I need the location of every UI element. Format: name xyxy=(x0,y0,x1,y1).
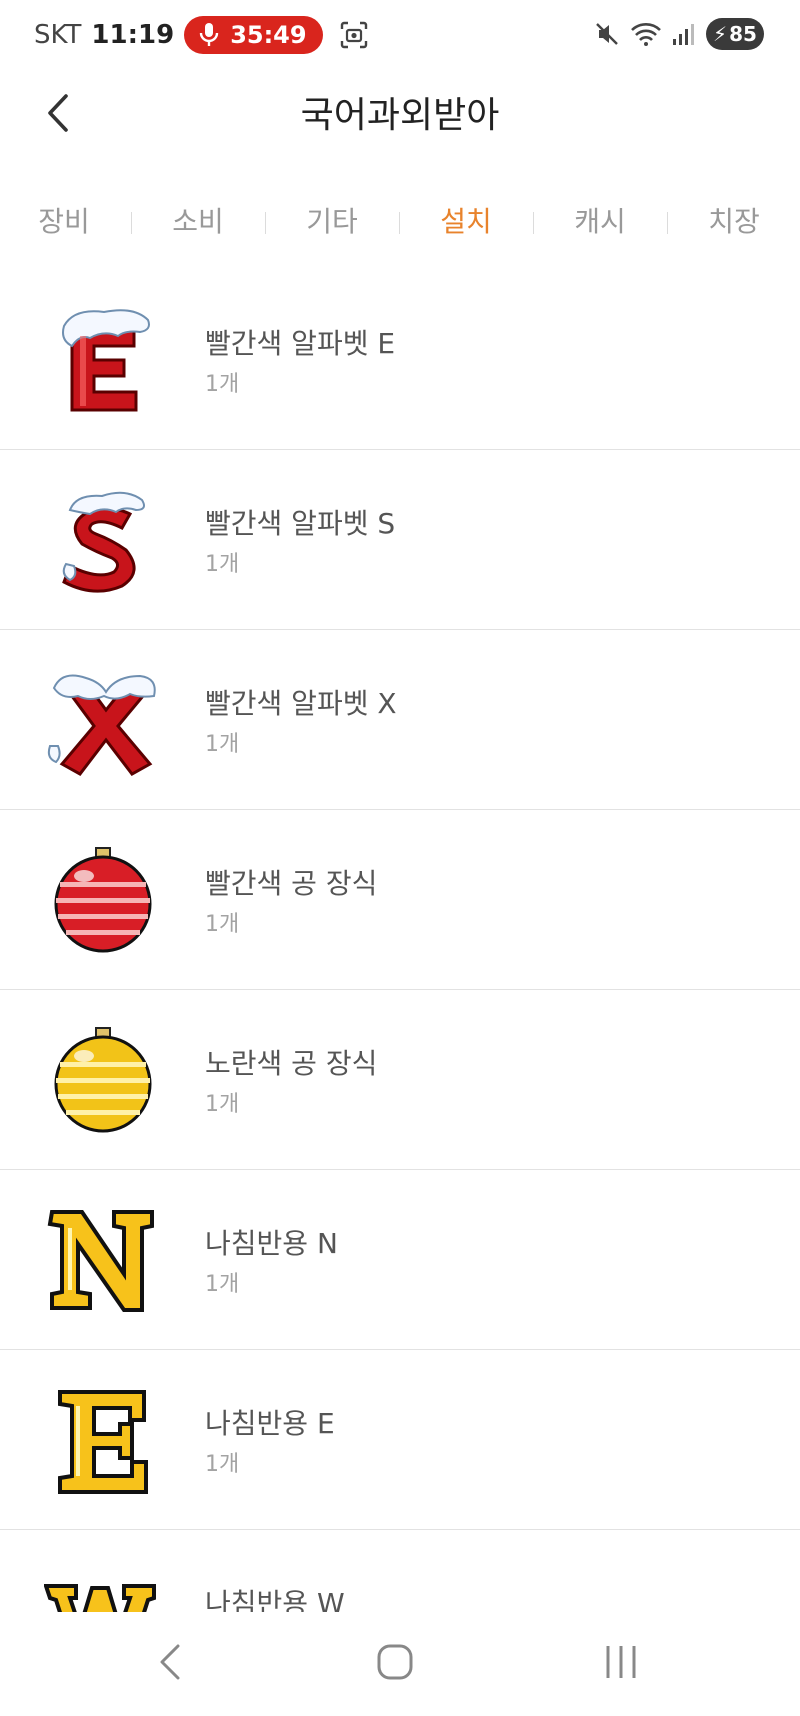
nav-recents-icon[interactable] xyxy=(586,1632,656,1692)
tab-cash[interactable]: 캐시 xyxy=(574,196,626,248)
clock: 11:19 xyxy=(91,20,175,50)
tab-divider xyxy=(533,212,534,234)
item-name: 빨간색 알파벳 X xyxy=(205,687,397,720)
nav-home-icon[interactable] xyxy=(360,1632,430,1692)
wifi-icon xyxy=(631,23,661,46)
item-quantity: 1개 xyxy=(205,1272,240,1297)
tab-divider xyxy=(667,212,668,234)
yellow-ornament-icon xyxy=(54,1027,152,1133)
red-letter-e-icon xyxy=(62,309,150,412)
item-name: 나침반용 N xyxy=(205,1227,338,1260)
red-ornament-icon xyxy=(54,847,152,953)
item-quantity: 1개 xyxy=(205,732,240,757)
red-letter-x-icon xyxy=(47,674,156,776)
recording-time: 35:49 xyxy=(230,21,307,49)
tab-etc[interactable]: 기타 xyxy=(306,196,358,248)
list-item[interactable]: 나침반용 E 1개 xyxy=(0,1350,800,1530)
gold-letter-n-icon xyxy=(47,1210,154,1312)
list-item[interactable]: 빨간색 알파벳 S 1개 xyxy=(0,450,800,630)
tab-divider xyxy=(399,212,400,234)
mute-icon xyxy=(596,23,618,45)
item-quantity: 1개 xyxy=(205,1452,240,1477)
tab-consumable[interactable]: 소비 xyxy=(172,196,224,248)
carrier-label: SKT xyxy=(34,20,82,50)
item-name: 노란색 공 장식 xyxy=(205,1047,378,1080)
nav-back-icon[interactable] xyxy=(136,1632,206,1692)
gold-letter-e-icon xyxy=(58,1390,148,1494)
tab-decoration[interactable]: 치장 xyxy=(708,196,760,248)
status-bar: SKT 11:19 35:49 ⚡ 85 xyxy=(0,0,800,70)
list-item[interactable]: 빨간색 공 장식 1개 xyxy=(0,810,800,990)
recording-indicator[interactable]: 35:49 xyxy=(184,16,323,54)
category-tabs: 장비 소비 기타 설치 캐시 치장 xyxy=(0,196,800,248)
tab-equipment[interactable]: 장비 xyxy=(38,196,90,248)
list-item[interactable]: 빨간색 알파벳 E 1개 xyxy=(0,270,800,450)
item-name: 빨간색 공 장식 xyxy=(205,867,378,900)
item-name: 나침반용 E xyxy=(205,1407,335,1440)
tab-setup[interactable]: 설치 xyxy=(440,196,492,248)
screenshot-icon xyxy=(340,21,367,49)
red-letter-s-icon xyxy=(62,491,145,593)
list-item[interactable]: 나침반용 N 1개 xyxy=(0,1170,800,1350)
battery-icon: ⚡ 85 xyxy=(706,18,764,50)
mic-icon xyxy=(199,23,219,46)
app-header: 국어과외받아 xyxy=(0,70,800,156)
system-nav-bar xyxy=(0,1612,800,1716)
item-quantity: 1개 xyxy=(205,552,240,577)
tab-divider xyxy=(265,212,266,234)
page-title: 국어과외받아 xyxy=(300,95,500,136)
tab-divider xyxy=(131,212,132,234)
item-quantity: 1개 xyxy=(205,372,240,397)
list-item[interactable]: 빨간색 알파벳 X 1개 xyxy=(0,630,800,810)
item-quantity: 1개 xyxy=(205,1092,240,1117)
battery-level: 85 xyxy=(729,22,757,46)
signal-icon xyxy=(673,24,694,45)
item-quantity: 1개 xyxy=(205,912,240,937)
list-item[interactable]: 노란색 공 장식 1개 xyxy=(0,990,800,1170)
item-name: 빨간색 알파벳 E xyxy=(205,327,396,360)
item-list: 빨간색 알파벳 E 1개 빨간색 알파벳 S 1개 빨간색 알파벳 X 1개 빨… xyxy=(0,270,800,1710)
item-name: 빨간색 알파벳 S xyxy=(205,507,396,540)
